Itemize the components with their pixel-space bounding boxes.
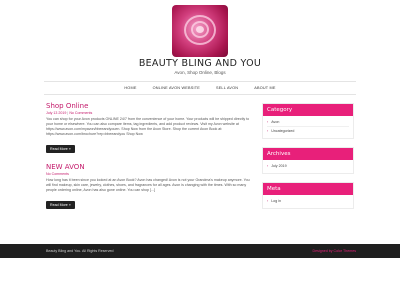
post-title[interactable]: NEW AVON [46, 163, 254, 171]
post-excerpt: You can shop for your Avon products ONLI… [46, 117, 250, 136]
meta-widget: Meta › Log in [262, 182, 354, 209]
post-title[interactable]: Shop Online [46, 102, 254, 110]
post-meta: No Comments [46, 172, 254, 176]
widget-title: Archives [263, 148, 353, 160]
widget-title: Meta [263, 183, 353, 195]
main-content: Shop Online July 13 2019 | No Comments Y… [46, 102, 254, 219]
meta-item-login[interactable]: › Log in [267, 197, 349, 205]
category-item-avon[interactable]: › Avon [267, 118, 349, 127]
post-meta: July 13 2019 | No Comments [46, 111, 254, 115]
arrow-icon: › [267, 199, 269, 203]
arrow-icon: › [267, 120, 269, 124]
arrow-icon: › [267, 164, 269, 168]
archives-list: › July 2019 [263, 160, 353, 173]
site-footer: Beauty Bling and You. All Rights Reserve… [0, 244, 400, 258]
post-date[interactable]: July 13 2019 [46, 111, 66, 115]
nav-item-sell-avon[interactable]: SELL AVON [216, 86, 238, 90]
site-tagline: Avon, Shop Online, Blogs [174, 70, 226, 75]
nav-item-online-avon-website[interactable]: ONLINE AVON WEBSITE [153, 86, 200, 90]
footer-credit-link[interactable]: Designed by Color Themes [313, 249, 356, 253]
logo-swirl-center [196, 26, 204, 33]
post-new-avon: NEW AVON No Comments How long has it bee… [46, 163, 254, 211]
read-more-button[interactable]: Read More » [46, 201, 75, 209]
category-label[interactable]: Avon [271, 120, 279, 124]
arrow-icon: › [267, 129, 269, 133]
post-shop-online: Shop Online July 13 2019 | No Comments Y… [46, 102, 254, 155]
nav-item-about-me[interactable]: ABOUT ME [254, 86, 275, 90]
nav-item-home[interactable]: HOME [124, 86, 136, 90]
archive-item-july-2019[interactable]: › July 2019 [267, 162, 349, 170]
post-excerpt: How long has it been since you looked at… [46, 178, 250, 192]
archives-widget: Archives › July 2019 [262, 147, 354, 174]
footer-copyright: Beauty Bling and You. All Rights Reserve… [46, 249, 114, 253]
category-list: › Avon › Uncategorized [263, 116, 353, 138]
site-title[interactable]: BEAUTY BLING AND YOU [0, 58, 400, 69]
category-widget: Category › Avon › Uncategorized [262, 103, 354, 139]
post-comments-link[interactable]: No Comments [46, 172, 69, 176]
category-item-uncategorized[interactable]: › Uncategorized [267, 127, 349, 135]
category-label[interactable]: Uncategorized [271, 129, 294, 133]
sidebar: Category › Avon › Uncategorized Archives ›… [262, 103, 354, 217]
read-more-button[interactable]: Read More » [46, 145, 75, 153]
widget-title: Category [263, 104, 353, 116]
archive-label[interactable]: July 2019 [271, 164, 286, 168]
meta-list: › Log in [263, 195, 353, 208]
site-logo[interactable] [172, 5, 228, 57]
post-comments-link[interactable]: No Comments [69, 111, 92, 115]
meta-label[interactable]: Log in [271, 199, 281, 203]
main-navigation: HOME ONLINE AVON WEBSITE SELL AVON ABOUT… [44, 81, 356, 95]
